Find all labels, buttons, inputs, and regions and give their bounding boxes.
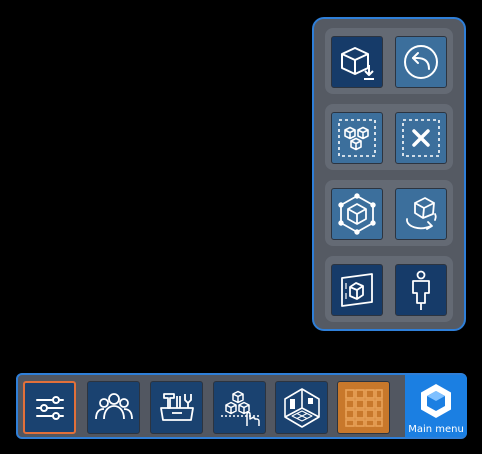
place-box-button[interactable] (331, 36, 383, 88)
deselect-icon (402, 119, 440, 157)
boxes-interact-button[interactable] (213, 381, 266, 434)
main-menu-button[interactable]: Main menu (405, 375, 467, 437)
multi-select-button[interactable] (331, 112, 383, 164)
screen-box-icon (341, 273, 373, 307)
person-view-button[interactable] (395, 264, 447, 316)
tool-group-3 (325, 180, 453, 246)
tool-group-4 (325, 256, 453, 322)
users-icon (94, 392, 133, 419)
sliders-icon (35, 395, 64, 420)
person-pin-icon (412, 270, 430, 310)
multi-select-boxes-icon (338, 119, 376, 157)
app-logo-icon (421, 384, 451, 418)
settings-sliders-button[interactable] (23, 381, 76, 434)
grid-icon (344, 388, 383, 427)
tool-group-2 (325, 104, 453, 170)
room-plan-icon (283, 387, 320, 428)
toolbox-icon (159, 392, 194, 421)
rotate-box-button[interactable] (395, 188, 447, 240)
tool-group-1 (325, 28, 453, 94)
toolbox-button[interactable] (150, 381, 203, 434)
undo-button[interactable] (395, 36, 447, 88)
room-plan-button[interactable] (275, 381, 328, 434)
main-menu-label: Main menu (408, 424, 464, 435)
undo-circle-icon (404, 45, 438, 79)
side-tool-panel (312, 17, 466, 331)
bottom-toolbar: Main menu (16, 373, 467, 439)
deselect-button[interactable] (395, 112, 447, 164)
screen-box-button[interactable] (331, 264, 383, 316)
box-frame-button[interactable] (331, 188, 383, 240)
boxes-hand-icon (220, 390, 260, 426)
grid-button[interactable] (337, 381, 390, 434)
users-button[interactable] (87, 381, 140, 434)
rotate-box-icon (406, 197, 437, 230)
box-download-icon (341, 47, 374, 80)
box-frame-icon (338, 193, 376, 235)
